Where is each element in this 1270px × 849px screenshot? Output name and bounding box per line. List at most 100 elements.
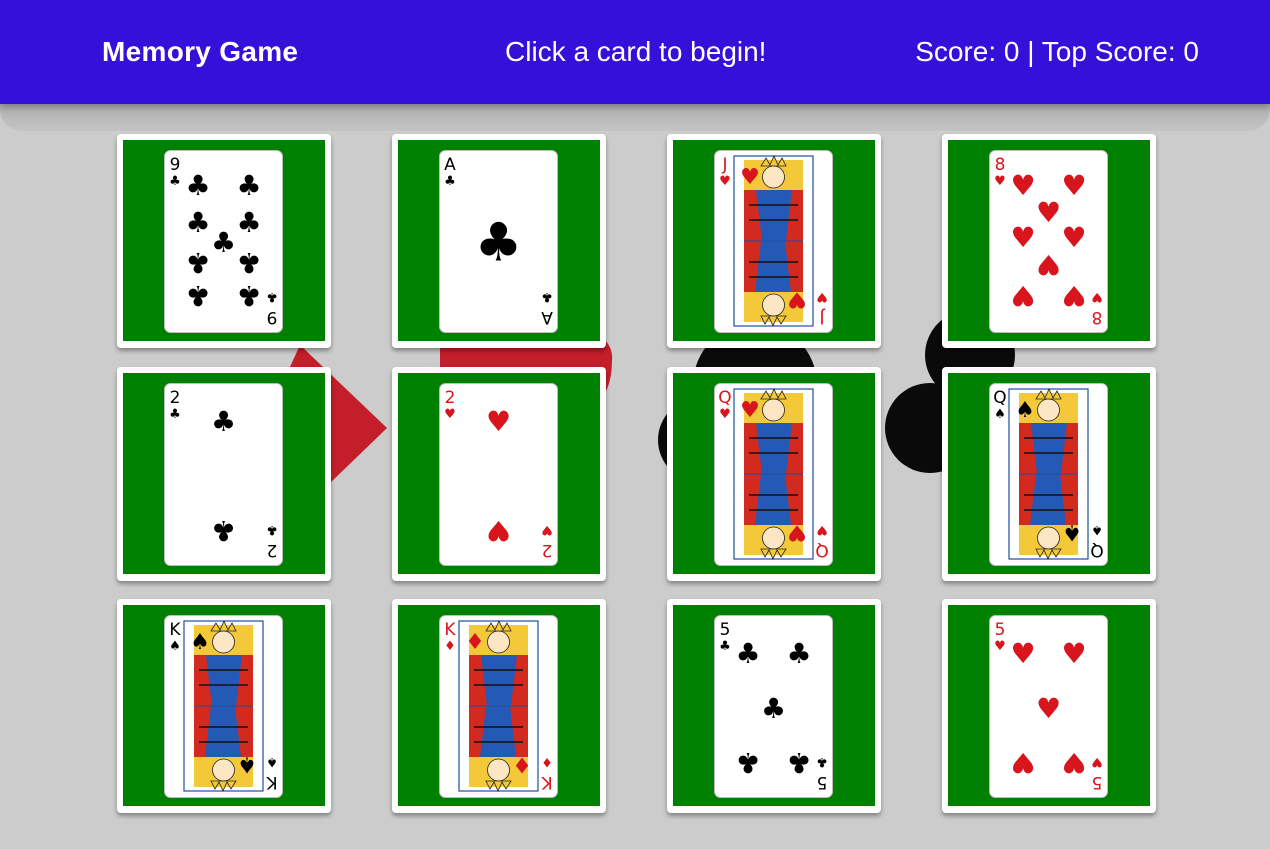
card-rank-corner: Q <box>993 388 1006 408</box>
card-tile[interactable]: ♠ ♠ Q ♠ Q ♠ <box>942 367 1156 581</box>
hearts-pip-icon: ♥ <box>1061 169 1086 202</box>
clubs-pip-icon: ♣ <box>185 206 210 239</box>
card-rank-corner: K <box>541 772 553 792</box>
playing-card: ♣ ♣♣♣ ♣5♣5♣ <box>714 615 833 798</box>
card-tile[interactable]: ♥ ♥ Q ♥ Q ♥ <box>667 367 881 581</box>
card-rank-corner: 5 <box>1092 772 1103 792</box>
playing-card: ♣♣2♣2♣ <box>164 383 283 566</box>
card-rank-corner: 2 <box>170 388 181 408</box>
diamonds-icon: ♦ <box>465 630 485 655</box>
memory-game-page: Memory Game Click a card to begin! Score… <box>0 0 1270 849</box>
hearts-icon: ♥ <box>787 287 807 312</box>
clubs-pip-icon: ♣ <box>786 746 811 779</box>
clubs-pip-icon: ♣ <box>236 246 261 279</box>
card-rank-corner: K <box>169 620 181 640</box>
hearts-pip-icon: ♥ <box>1061 279 1086 312</box>
clubs-corner-icon: ♣ <box>169 407 181 422</box>
hearts-corner-icon: ♥ <box>444 407 456 422</box>
clubs-pip-icon: ♣ <box>236 279 261 312</box>
hearts-corner-icon: ♥ <box>719 407 731 422</box>
hearts-pip-icon: ♥ <box>1010 746 1035 779</box>
card-rank-corner: 2 <box>445 388 456 408</box>
card-tile[interactable]: ♦ ♦ K ♦ K ♦ <box>392 599 606 813</box>
card-tile[interactable]: ♣ ♣ ♣ ♣ ♣ ♣ ♣ ♣ ♣ 9 ♣ 9 ♣ <box>117 134 331 348</box>
clubs-pip-icon: ♣ <box>211 514 236 547</box>
card-rank-corner: 8 <box>995 155 1006 175</box>
clubs-pip-icon: ♣ <box>211 226 236 259</box>
clubs-pip-icon: ♣ <box>786 637 811 670</box>
card-rank-corner: K <box>266 772 278 792</box>
playing-card: ♣ ♣♣ ♣♣♣ ♣♣ ♣9♣9♣ <box>164 150 283 333</box>
playing-card: ♥♥Q♥Q♥ <box>714 383 833 566</box>
clubs-corner-icon: ♣ <box>266 522 278 537</box>
hearts-icon: ♥ <box>740 165 760 190</box>
clubs-corner-icon: ♣ <box>266 289 278 304</box>
hearts-pip-icon: ♥ <box>1010 169 1035 202</box>
hearts-pip-icon: ♥ <box>486 405 511 438</box>
card-rank-corner: 5 <box>817 772 828 792</box>
playing-card: ♥♥J♥J♥ <box>714 150 833 333</box>
card-tile[interactable]: ♣ ♣ 2 ♣ 2 ♣ <box>117 367 331 581</box>
clubs-pip-icon: ♣ <box>735 746 760 779</box>
card-rank-corner: Q <box>718 388 731 408</box>
hearts-icon: ♥ <box>787 520 807 545</box>
clubs-corner-icon: ♣ <box>719 639 731 654</box>
clubs-corner-icon: ♣ <box>541 289 553 304</box>
playing-card: ♠♠Q♠Q♠ <box>989 383 1108 566</box>
diamonds-icon: ♦ <box>512 752 532 777</box>
card-tile[interactable]: ♥ ♥ 2 ♥ 2 ♥ <box>392 367 606 581</box>
hearts-pip-icon: ♥ <box>1061 637 1086 670</box>
clubs-corner-icon: ♣ <box>816 754 828 769</box>
hearts-corner-icon: ♥ <box>994 174 1006 189</box>
card-rank-corner: 8 <box>1092 307 1103 327</box>
spades-corner-icon: ♠ <box>1091 522 1103 537</box>
card-rank-corner: K <box>444 620 456 640</box>
card-rank-corner: 9 <box>267 307 278 327</box>
clubs-pip-icon: ♣ <box>761 692 786 725</box>
card-rank-corner: Q <box>815 540 828 560</box>
spades-corner-icon: ♠ <box>266 754 278 769</box>
spades-icon: ♠ <box>1015 398 1035 423</box>
hearts-corner-icon: ♥ <box>541 522 553 537</box>
playing-card: ♠♠K♠K♠ <box>164 615 283 798</box>
spades-icon: ♠ <box>190 630 210 655</box>
card-rank-corner: 2 <box>542 540 553 560</box>
clubs-pip-icon: ♣ <box>236 169 261 202</box>
card-tile[interactable]: ♥ ♥ ♥ ♥ ♥ ♥ ♥ ♥ 8 ♥ 8 ♥ <box>942 134 1156 348</box>
card-rank-corner: 9 <box>170 155 181 175</box>
spades-corner-icon: ♠ <box>994 407 1006 422</box>
hearts-corner-icon: ♥ <box>1091 754 1103 769</box>
clubs-pip-icon: ♣ <box>185 279 210 312</box>
hearts-corner-icon: ♥ <box>1091 289 1103 304</box>
card-rank-corner: 2 <box>267 540 278 560</box>
card-grid: ♣ ♣ ♣ ♣ ♣ ♣ ♣ ♣ ♣ 9 ♣ 9 ♣ ♣ A ♣ A ♣ ♥ ♥ J ♥ J ♥ ♥ ♥ ♥ ♥ ♥ ♥ ♥ ♥ 8 ♥ 8 ♥ ♣ ♣ 2 ♣… <box>0 0 1270 849</box>
clubs-corner-icon: ♣ <box>169 174 181 189</box>
playing-card: ♦♦K♦K♦ <box>439 615 558 798</box>
playing-card: ♥♥2♥2♥ <box>439 383 558 566</box>
card-rank-corner: A <box>444 155 456 175</box>
card-tile[interactable]: ♣ A ♣ A ♣ <box>392 134 606 348</box>
card-tile[interactable]: ♥ ♥ ♥ ♥ ♥ 5 ♥ 5 ♥ <box>942 599 1156 813</box>
card-rank-corner: A <box>541 307 553 327</box>
card-tile[interactable]: ♥ ♥ J ♥ J ♥ <box>667 134 881 348</box>
hearts-pip-icon: ♥ <box>1010 221 1035 254</box>
hearts-pip-icon: ♥ <box>1036 248 1061 281</box>
playing-card: ♣A♣A♣ <box>439 150 558 333</box>
hearts-icon: ♥ <box>740 398 760 423</box>
hearts-pip-icon: ♥ <box>1010 279 1035 312</box>
clubs-pip-icon: ♣ <box>475 212 523 274</box>
hearts-pip-icon: ♥ <box>1061 746 1086 779</box>
clubs-pip-icon: ♣ <box>236 206 261 239</box>
diamonds-corner-icon: ♦ <box>444 639 456 654</box>
hearts-corner-icon: ♥ <box>816 522 828 537</box>
diamonds-corner-icon: ♦ <box>541 754 553 769</box>
playing-card: ♥ ♥♥♥ ♥5♥5♥ <box>989 615 1108 798</box>
card-rank-corner: 5 <box>995 620 1006 640</box>
card-tile[interactable]: ♣ ♣ ♣ ♣ ♣ 5 ♣ 5 ♣ <box>667 599 881 813</box>
hearts-pip-icon: ♥ <box>1010 637 1035 670</box>
card-face <box>989 150 1108 333</box>
hearts-corner-icon: ♥ <box>816 289 828 304</box>
card-rank-corner: J <box>819 307 825 327</box>
card-tile[interactable]: ♠ ♠ K ♠ K ♠ <box>117 599 331 813</box>
hearts-pip-icon: ♥ <box>486 514 511 547</box>
